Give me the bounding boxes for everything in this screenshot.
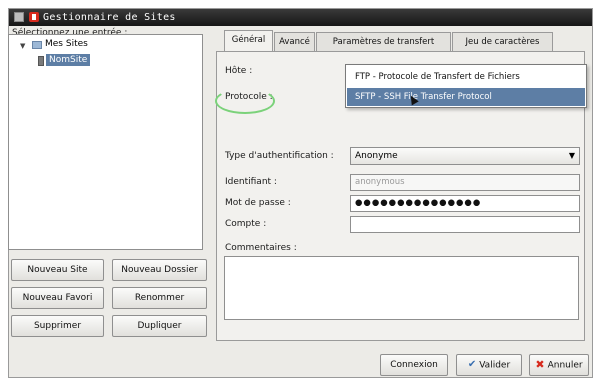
tab-transfer-settings[interactable]: Paramètres de transfert <box>316 32 451 52</box>
tree-item-nomsite[interactable]: NomSite <box>46 54 91 66</box>
window-menu-icon[interactable] <box>14 12 24 22</box>
tab-charset[interactable]: Jeu de caractères <box>452 32 553 52</box>
tab-general[interactable]: Général <box>224 30 273 53</box>
validate-button[interactable]: ✔ Valider <box>456 354 522 376</box>
window-title: Gestionnaire de Sites <box>43 12 176 23</box>
highlight-ellipse <box>215 88 275 114</box>
protocol-option-sftp[interactable]: SFTP - SSH File Transfer Protocol <box>347 88 585 106</box>
password-label: Mot de passe : <box>225 198 291 208</box>
duplicate-button[interactable]: Dupliquer <box>112 315 207 337</box>
cancel-button-label: Annuler <box>547 360 583 371</box>
account-label: Compte : <box>225 219 267 229</box>
folder-icon <box>32 41 42 49</box>
auth-type-value: Anonyme <box>355 151 398 161</box>
new-bookmark-button[interactable]: Nouveau Favori <box>11 287 104 309</box>
delete-button[interactable]: Supprimer <box>11 315 104 337</box>
comments-textarea[interactable] <box>224 256 579 320</box>
protocol-dropdown-menu: FTP - Protocole de Transfert de Fichiers… <box>345 64 587 108</box>
cancel-x-icon: ✖ <box>535 358 545 371</box>
validate-button-label: Valider <box>479 360 511 371</box>
user-label: Identifiant : <box>225 177 277 187</box>
filezilla-icon <box>29 12 39 22</box>
password-field[interactable]: ●●●●●●●●●●●●●●● <box>350 195 580 212</box>
title-bar: Gestionnaire de Sites <box>9 9 592 26</box>
connect-button[interactable]: Connexion <box>380 354 448 376</box>
rename-button[interactable]: Renommer <box>112 287 207 309</box>
tree-root-mes-sites[interactable]: Mes Sites <box>45 39 88 49</box>
new-folder-button[interactable]: Nouveau Dossier <box>112 259 207 281</box>
host-label: Hôte : <box>225 66 253 76</box>
protocol-option-ftp[interactable]: FTP - Protocole de Transfert de Fichiers <box>347 68 585 86</box>
chevron-down-icon: ▼ <box>568 151 575 160</box>
auth-type-label: Type d'authentification : <box>225 151 334 161</box>
site-tree[interactable]: ▼ Mes Sites NomSite <box>8 34 203 250</box>
tab-advanced[interactable]: Avancé <box>274 32 315 52</box>
new-site-button[interactable]: Nouveau Site <box>11 259 104 281</box>
expand-arrow-icon[interactable]: ▼ <box>20 42 25 50</box>
account-field[interactable] <box>350 216 580 233</box>
cancel-button[interactable]: ✖ Annuler <box>529 354 589 376</box>
auth-type-select[interactable]: Anonyme ▼ <box>350 147 580 165</box>
user-field[interactable]: anonymous <box>350 174 580 191</box>
comments-label: Commentaires : <box>225 243 297 253</box>
server-icon <box>38 56 44 66</box>
connect-button-label: Connexion <box>390 360 438 370</box>
check-icon: ✔ <box>467 359 477 370</box>
